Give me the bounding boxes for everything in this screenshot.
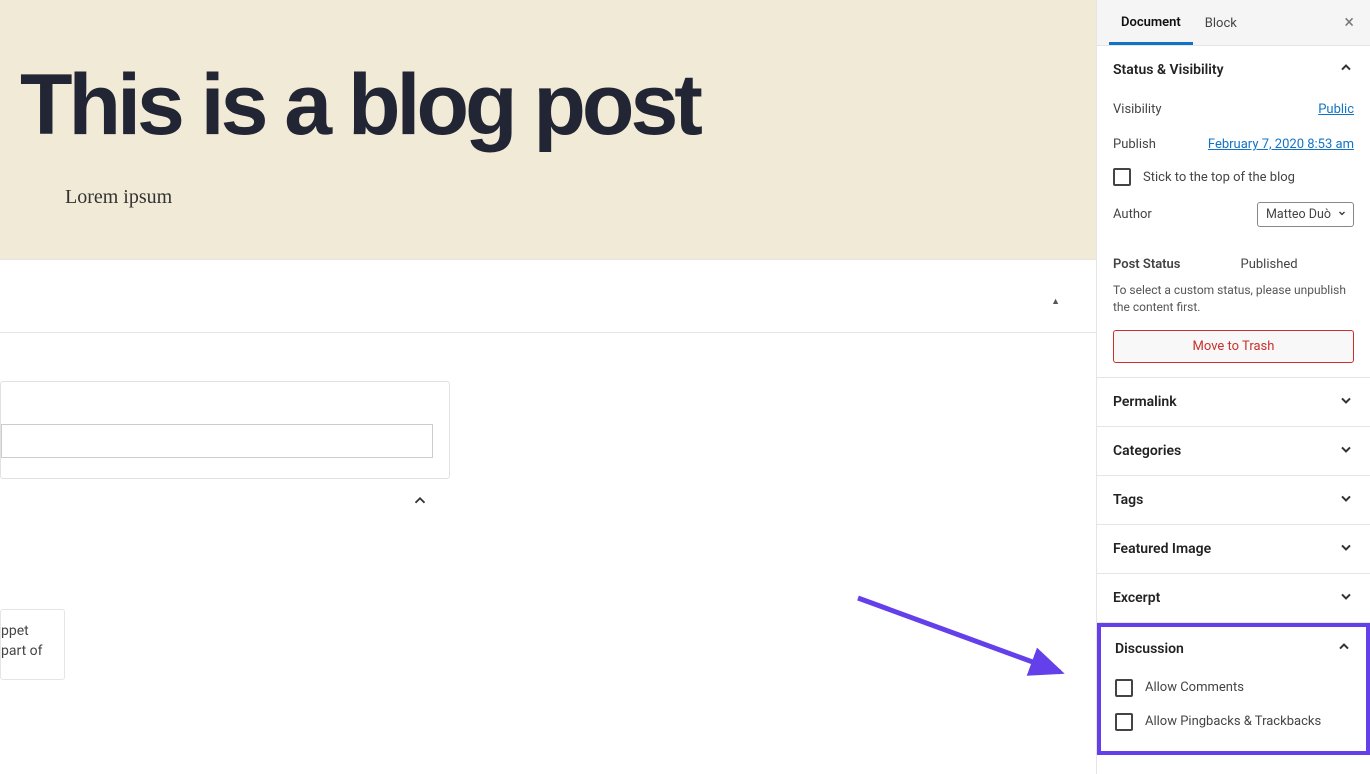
- chevron-down-icon: [1338, 490, 1354, 510]
- panel-status-visibility: Status & Visibility Visibility Public Pu…: [1097, 46, 1370, 378]
- move-to-trash-button[interactable]: Move to Trash: [1113, 330, 1354, 363]
- post-hero: This is a blog post Lorem ipsum: [0, 0, 1096, 259]
- tab-document[interactable]: Document: [1109, 1, 1193, 45]
- visibility-label: Visibility: [1113, 102, 1162, 117]
- publish-label: Publish: [1113, 137, 1156, 152]
- panel-header-status[interactable]: Status & Visibility: [1113, 60, 1354, 80]
- publish-date-link[interactable]: February 7, 2020 8:53 am: [1208, 137, 1354, 152]
- chevron-down-icon: [1338, 392, 1354, 412]
- sidebar-tabs: Document Block ×: [1097, 0, 1370, 46]
- settings-sidebar: Document Block × Status & Visibility Vis…: [1096, 0, 1370, 774]
- content-area: ▲ ppet part of: [0, 259, 1096, 680]
- close-icon[interactable]: ×: [1340, 8, 1358, 37]
- allow-comments-label: Allow Comments: [1145, 680, 1244, 695]
- stick-label: Stick to the top of the blog: [1143, 170, 1295, 185]
- post-status-label: Post Status: [1113, 257, 1181, 272]
- panel-title: Tags: [1113, 492, 1143, 508]
- panel-header-featured-image[interactable]: Featured Image: [1113, 539, 1354, 559]
- author-label: Author: [1113, 207, 1152, 222]
- checkbox[interactable]: [1113, 168, 1131, 186]
- panel-categories: Categories: [1097, 427, 1370, 476]
- allow-pingbacks-label: Allow Pingbacks & Trackbacks: [1145, 714, 1321, 729]
- post-content[interactable]: Lorem ipsum: [65, 186, 1076, 209]
- panel-header-permalink[interactable]: Permalink: [1113, 392, 1354, 412]
- divider: [0, 332, 1096, 333]
- panel-title: Excerpt: [1113, 590, 1160, 606]
- chevron-down-icon: [1338, 441, 1354, 461]
- panel-discussion: Discussion Allow Comments Allow Pingback…: [1097, 623, 1370, 755]
- meta-box[interactable]: [0, 381, 450, 479]
- allow-pingbacks-row[interactable]: Allow Pingbacks & Trackbacks: [1115, 705, 1352, 739]
- truncated-panel: ppet part of: [0, 609, 65, 680]
- status-note: To select a custom status, please unpubl…: [1113, 282, 1354, 316]
- panel-featured-image: Featured Image: [1097, 525, 1370, 574]
- chevron-up-icon[interactable]: [411, 492, 429, 514]
- chevron-down-icon: [1338, 588, 1354, 608]
- panel-header-categories[interactable]: Categories: [1113, 441, 1354, 461]
- editor-main-area: This is a blog post Lorem ipsum ▲ ppet p…: [0, 0, 1096, 774]
- chevron-down-icon: [1337, 208, 1347, 221]
- collapse-icon[interactable]: ▲: [1051, 296, 1060, 307]
- author-value: Matteo Duò: [1266, 207, 1331, 222]
- tab-block[interactable]: Block: [1193, 2, 1249, 43]
- panel-title: Featured Image: [1113, 541, 1211, 557]
- chevron-up-icon: [1338, 60, 1354, 80]
- panel-tags: Tags: [1097, 476, 1370, 525]
- chevron-up-icon: [1336, 639, 1352, 659]
- panel-title: Permalink: [1113, 394, 1177, 410]
- panel-excerpt: Excerpt: [1097, 574, 1370, 623]
- meta-input-field[interactable]: [1, 424, 433, 458]
- truncated-text-line: part of: [1, 642, 54, 662]
- panel-title: Status & Visibility: [1113, 62, 1224, 78]
- stick-checkbox-row[interactable]: Stick to the top of the blog: [1113, 162, 1354, 192]
- checkbox[interactable]: [1115, 679, 1133, 697]
- panel-header-discussion[interactable]: Discussion: [1115, 639, 1352, 659]
- panel-title: Categories: [1113, 443, 1181, 459]
- panel-header-tags[interactable]: Tags: [1113, 490, 1354, 510]
- panel-title: Discussion: [1115, 641, 1184, 657]
- author-select[interactable]: Matteo Duò: [1257, 202, 1354, 227]
- panel-header-excerpt[interactable]: Excerpt: [1113, 588, 1354, 608]
- chevron-down-icon: [1338, 539, 1354, 559]
- post-status-value: Published: [1241, 257, 1298, 272]
- truncated-text-line: ppet: [1, 622, 54, 642]
- panel-permalink: Permalink: [1097, 378, 1370, 427]
- visibility-link[interactable]: Public: [1318, 102, 1354, 117]
- allow-comments-row[interactable]: Allow Comments: [1115, 671, 1352, 705]
- post-title[interactable]: This is a blog post: [20, 60, 1076, 150]
- checkbox[interactable]: [1115, 713, 1133, 731]
